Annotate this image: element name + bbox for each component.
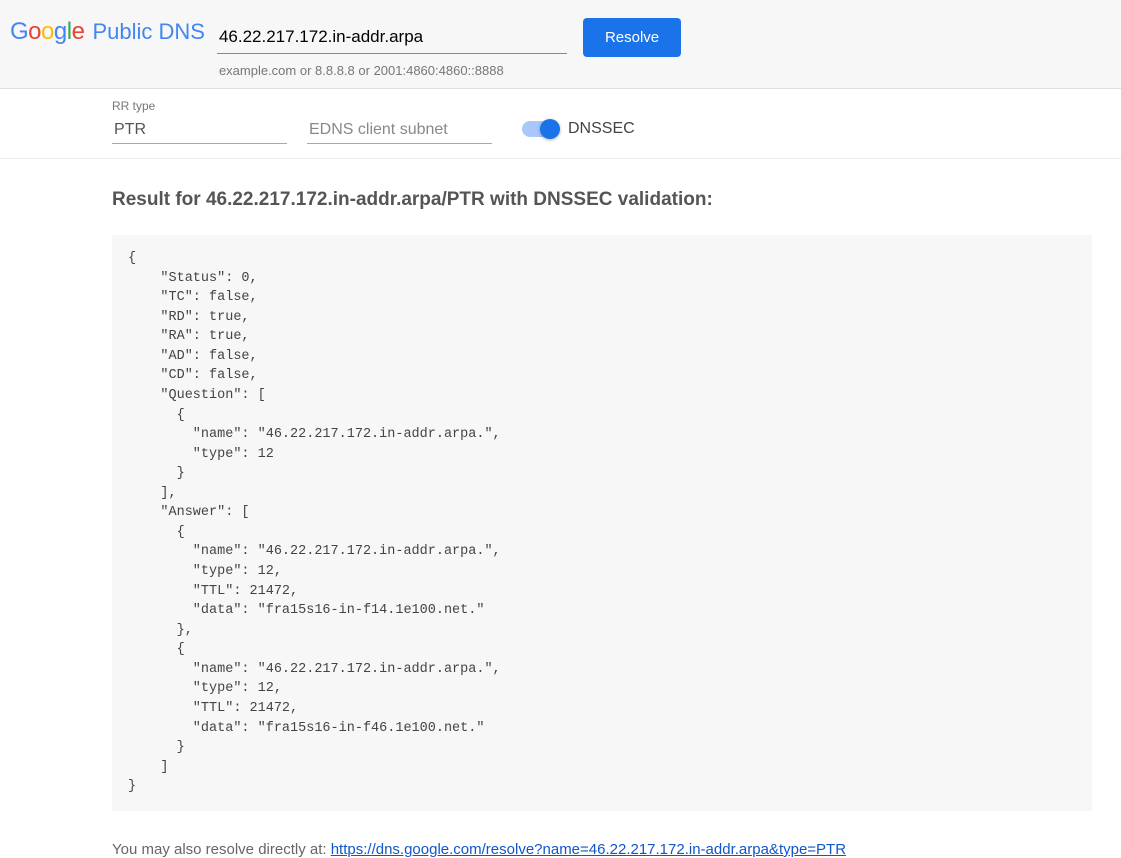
- rrtype-input[interactable]: [112, 115, 287, 144]
- domain-input[interactable]: [217, 21, 567, 54]
- content: Result for 46.22.217.172.in-addr.arpa/PT…: [112, 189, 1112, 858]
- dnssec-toggle[interactable]: [522, 121, 558, 137]
- topbar: Google Public DNS Resolve example.com or…: [0, 0, 1121, 89]
- dnssec-label: DNSSEC: [568, 120, 635, 138]
- rrtype-label: RR type: [112, 99, 287, 113]
- result-json: { "Status": 0, "TC": false, "RD": true, …: [112, 235, 1092, 811]
- direct-prefix: You may also resolve directly at:: [112, 841, 331, 858]
- edns-input[interactable]: [307, 115, 492, 144]
- domain-hint: example.com or 8.8.8.8 or 2001:4860:4860…: [217, 63, 681, 78]
- direct-resolve-line: You may also resolve directly at: https:…: [112, 841, 1092, 858]
- direct-resolve-link[interactable]: https://dns.google.com/resolve?name=46.2…: [331, 841, 846, 858]
- resolve-button[interactable]: Resolve: [583, 18, 681, 57]
- google-logo: Google: [10, 18, 84, 46]
- result-heading: Result for 46.22.217.172.in-addr.arpa/PT…: [112, 189, 1092, 211]
- logo-area: Google Public DNS: [10, 18, 205, 46]
- product-name: Public DNS: [92, 19, 204, 45]
- options-bar: RR type DNSSEC: [0, 89, 1121, 159]
